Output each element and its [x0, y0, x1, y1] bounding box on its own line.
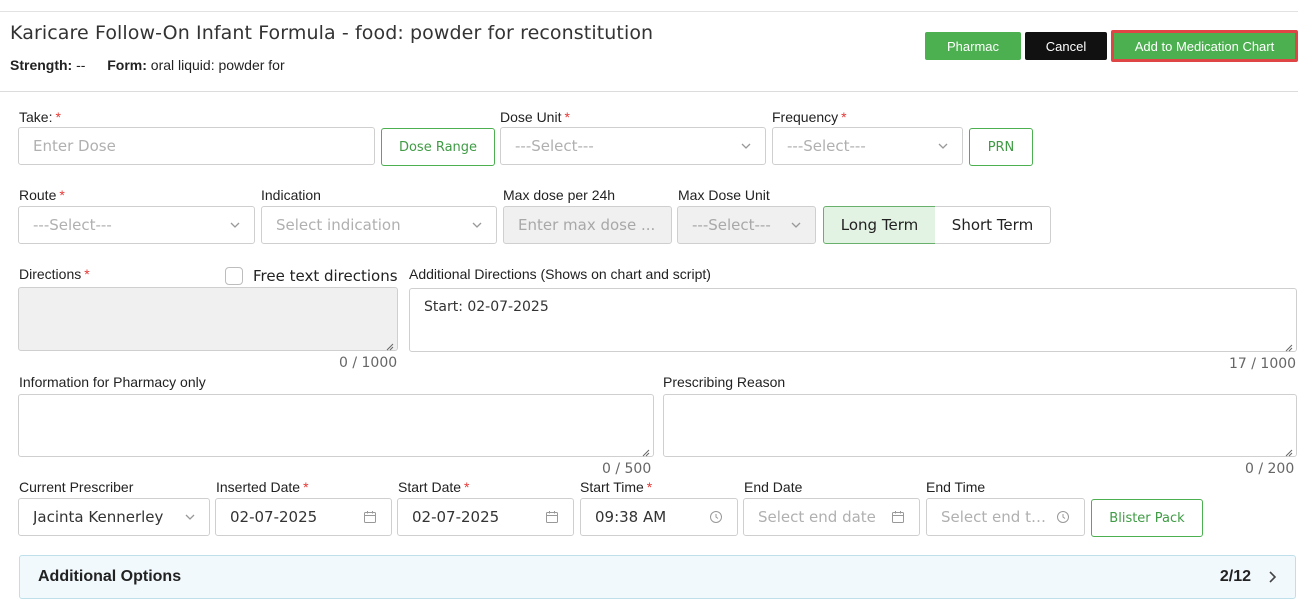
take-input[interactable]: Enter Dose: [18, 127, 375, 165]
chevron-down-icon: [185, 512, 195, 522]
inserted-date-label: Inserted Date *: [216, 479, 309, 495]
cancel-button[interactable]: Cancel: [1025, 32, 1107, 60]
additional-directions-value: Start: 02-07-2025: [424, 299, 549, 315]
form-label: Form:: [107, 57, 147, 73]
end-date-input[interactable]: Select end date: [743, 498, 920, 536]
pharmacy-info-label: Information for Pharmacy only: [19, 374, 206, 390]
indication-label: Indication: [261, 187, 321, 203]
directions-label: Directions *: [19, 266, 90, 282]
resize-handle-icon[interactable]: [1285, 445, 1293, 457]
prn-button[interactable]: PRN: [969, 128, 1033, 166]
additional-directions-counter: 17 / 1000: [1229, 356, 1297, 372]
resize-handle-icon[interactable]: [1285, 340, 1293, 352]
calendar-icon: [891, 510, 905, 524]
chevron-down-icon: [472, 220, 482, 230]
start-time-label: Start Time *: [580, 479, 653, 495]
additional-directions-textarea[interactable]: Start: 02-07-2025: [409, 288, 1297, 352]
prescribing-reason-counter: 0 / 200: [1245, 461, 1295, 477]
prescribing-reason-label: Prescribing Reason: [663, 374, 786, 390]
short-term-toggle[interactable]: Short Term: [935, 206, 1051, 244]
add-to-medication-chart-button[interactable]: Add to Medication Chart: [1111, 30, 1298, 62]
route-label: Route *: [19, 187, 65, 203]
blister-pack-button[interactable]: Blister Pack: [1091, 499, 1203, 537]
resize-handle-icon[interactable]: [642, 445, 650, 457]
take-label: Take: *: [19, 109, 61, 125]
prescribing-reason-textarea[interactable]: [663, 394, 1297, 457]
indication-select[interactable]: Select indication: [261, 206, 497, 244]
clock-icon: [709, 510, 723, 524]
calendar-icon: [545, 510, 559, 524]
long-term-toggle[interactable]: Long Term: [823, 206, 936, 244]
additional-options-count: 2/12: [1219, 568, 1251, 585]
directions-counter: 0 / 1000: [339, 355, 398, 371]
pharmacy-info-counter: 0 / 500: [602, 461, 652, 477]
end-time-label: End Time: [926, 479, 986, 495]
start-date-label: Start Date *: [398, 479, 470, 495]
inserted-date-input[interactable]: 02-07-2025: [215, 498, 392, 536]
end-time-input[interactable]: Select end ti...: [926, 498, 1085, 536]
max-dose-unit-label: Max Dose Unit: [678, 187, 770, 203]
medication-form: Karicare Follow-On Infant Formula - food…: [0, 0, 1298, 606]
strength-value: --: [76, 57, 86, 73]
clock-icon: [1056, 510, 1070, 524]
current-prescriber-label: Current Prescriber: [19, 479, 134, 495]
pharmac-button[interactable]: Pharmac: [925, 32, 1021, 60]
dose-unit-select[interactable]: ---Select---: [500, 127, 766, 165]
additional-directions-label: Additional Directions (Shows on chart an…: [409, 266, 711, 282]
free-text-label: Free text directions: [253, 267, 398, 285]
drug-meta: Strength: -- Form: oral liquid: powder f…: [10, 57, 285, 73]
form-value: oral liquid: powder for: [150, 57, 285, 73]
chevron-down-icon: [791, 220, 801, 230]
route-select[interactable]: ---Select---: [18, 206, 255, 244]
chevron-down-icon: [938, 141, 948, 151]
drug-title: Karicare Follow-On Infant Formula - food…: [10, 22, 654, 44]
chevron-down-icon: [741, 141, 751, 151]
frequency-select[interactable]: ---Select---: [772, 127, 963, 165]
dose-range-button[interactable]: Dose Range: [381, 128, 495, 166]
frequency-label: Frequency *: [772, 109, 847, 125]
chevron-down-icon: [230, 220, 240, 230]
max-dose-unit-select[interactable]: ---Select---: [677, 206, 816, 244]
drug-header: Karicare Follow-On Infant Formula - food…: [0, 12, 1298, 92]
additional-options-accordion[interactable]: Additional Options 2/12: [19, 555, 1296, 599]
resize-handle-icon[interactable]: [386, 339, 394, 351]
end-date-label: End Date: [744, 479, 803, 495]
top-edge: [0, 0, 1298, 12]
start-date-input[interactable]: 02-07-2025: [397, 498, 574, 536]
free-text-checkbox[interactable]: [225, 267, 243, 285]
additional-options-title: Additional Options: [38, 568, 182, 585]
max-dose-input[interactable]: Enter max dose ...: [503, 206, 672, 244]
calendar-icon: [363, 510, 377, 524]
dose-unit-label: Dose Unit *: [500, 109, 570, 125]
strength-label: Strength:: [10, 57, 73, 73]
pharmacy-info-textarea[interactable]: [18, 394, 654, 457]
chevron-right-icon: [1267, 570, 1277, 587]
directions-textarea[interactable]: [18, 287, 398, 351]
max-dose-label: Max dose per 24h: [503, 187, 616, 203]
current-prescriber-select[interactable]: Jacinta Kennerley: [18, 498, 210, 536]
start-time-input[interactable]: 09:38 AM: [580, 498, 738, 536]
